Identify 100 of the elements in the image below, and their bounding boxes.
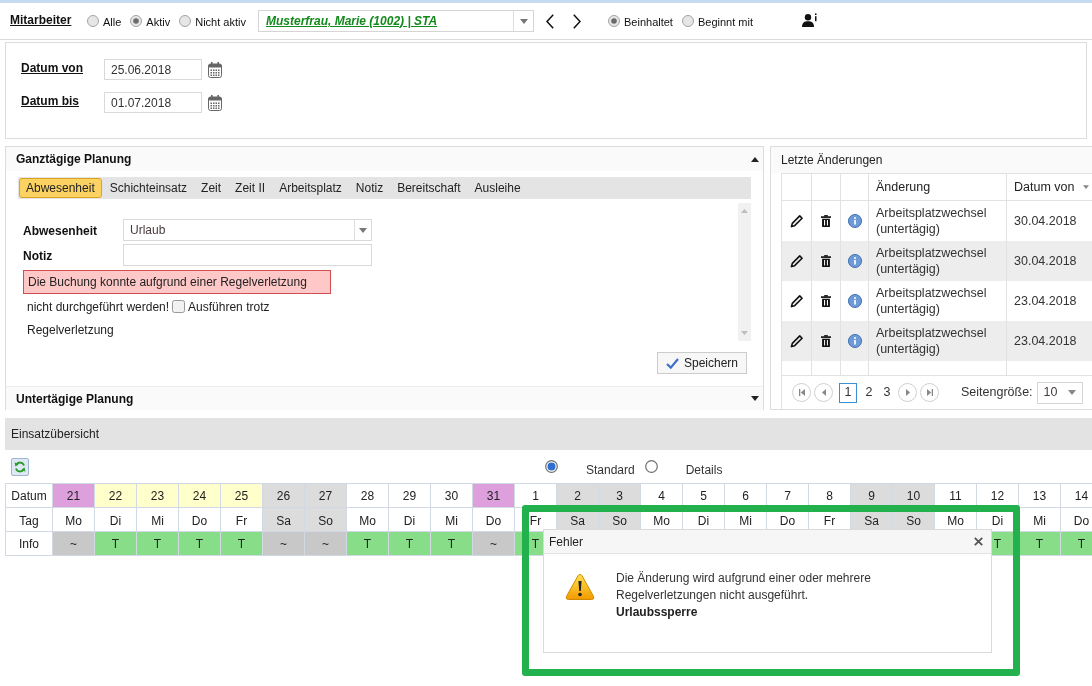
date-cell[interactable]: 9 — [851, 484, 893, 508]
trash-icon[interactable] — [821, 255, 831, 267]
radio-label[interactable]: Beginnt mit — [697, 14, 753, 31]
radio-button[interactable] — [545, 460, 558, 473]
radio-label[interactable]: Nicht aktiv — [195, 14, 246, 31]
save-button[interactable]: Speichern — [657, 352, 747, 374]
date-cell[interactable]: 29 — [389, 484, 431, 508]
panel-title[interactable]: Ganztägige Planung — [16, 150, 132, 168]
info-cell[interactable]: T — [347, 532, 389, 556]
caret-up-icon[interactable] — [751, 156, 759, 162]
info-icon[interactable] — [847, 294, 862, 308]
previous-page-button[interactable] — [814, 383, 833, 402]
page-size-dropdown[interactable]: 10 — [1036, 381, 1083, 404]
absence-dropdown[interactable]: Urlaub — [123, 219, 372, 241]
caret-down-icon — [1083, 185, 1090, 189]
next-page-button[interactable] — [898, 383, 917, 402]
date-cell[interactable]: 23 — [137, 484, 179, 508]
checkbox-label[interactable]: Ausführen trotz — [188, 297, 270, 316]
pencil-icon[interactable] — [790, 334, 803, 348]
info-cell[interactable]: ~ — [305, 532, 347, 556]
row-header: Datum — [11, 487, 47, 505]
info-cell[interactable]: ~ — [473, 532, 515, 556]
info-cell[interactable]: T — [1019, 532, 1061, 556]
radio-button[interactable] — [681, 15, 694, 27]
chevron-right-icon[interactable] — [573, 13, 581, 29]
tab[interactable]: Zeit — [195, 178, 228, 198]
info-cell[interactable]: T — [137, 532, 179, 556]
note-field[interactable] — [123, 244, 372, 266]
radio-label[interactable]: Beinhaltet — [624, 14, 673, 31]
radio-button[interactable] — [130, 15, 143, 27]
date-cell[interactable]: 3 — [599, 484, 641, 508]
checkbox[interactable] — [172, 300, 186, 313]
chevron-left-icon[interactable] — [546, 13, 554, 29]
tab[interactable]: Notiz — [349, 178, 390, 198]
info-cell[interactable]: T — [1061, 532, 1092, 556]
date-cell[interactable]: 26 — [263, 484, 305, 508]
panel-title[interactable]: Untertägige Planung — [16, 389, 134, 408]
tab[interactable]: Zeit II — [229, 178, 272, 198]
trash-icon[interactable] — [821, 295, 831, 307]
page-link[interactable]: 1 — [839, 382, 857, 403]
date-cell[interactable]: 1 — [515, 484, 557, 508]
radio-button[interactable] — [644, 460, 658, 473]
info-cell[interactable]: ~ — [263, 532, 305, 556]
info-icon[interactable] — [847, 214, 862, 228]
date-cell[interactable]: 31 — [473, 484, 515, 508]
column-header[interactable]: Datum von — [1014, 177, 1075, 197]
person-info-icon[interactable] — [802, 12, 817, 27]
employee-dropdown[interactable]: Musterfrau, Marie (1002) | STA — [258, 10, 534, 32]
info-cell[interactable]: T — [95, 532, 137, 556]
caret-down-icon[interactable] — [751, 396, 759, 401]
radio-label[interactable]: Details — [685, 460, 723, 479]
date-cell[interactable]: 25 — [221, 484, 263, 508]
info-cell[interactable]: T — [431, 532, 473, 556]
calendar-icon[interactable] — [208, 94, 222, 111]
close-icon[interactable] — [974, 537, 983, 546]
tab[interactable]: Ausleihe — [468, 178, 527, 198]
radio-label[interactable]: Standard — [586, 460, 635, 479]
tab[interactable]: Schichteinsatz — [103, 178, 194, 198]
info-icon[interactable] — [847, 334, 862, 348]
last-page-button[interactable] — [920, 383, 939, 402]
checkbox-label[interactable]: Regelverletzung — [27, 320, 114, 339]
pencil-icon[interactable] — [790, 254, 803, 268]
date-field[interactable]: 25.06.2018 — [104, 59, 202, 80]
pencil-icon[interactable] — [790, 214, 803, 228]
date-cell[interactable]: 24 — [179, 484, 221, 508]
radio-button[interactable] — [179, 15, 192, 27]
page-link[interactable]: 3 — [881, 382, 893, 403]
radio-label[interactable]: Alle — [103, 14, 122, 31]
radio-label[interactable]: Aktiv — [146, 14, 171, 31]
date-cell[interactable]: 30 — [431, 484, 473, 508]
trash-icon[interactable] — [821, 215, 831, 227]
page-link[interactable]: 2 — [863, 382, 875, 403]
weekday-cell: Mi — [1019, 508, 1061, 532]
date-cell[interactable]: 13 — [1019, 484, 1061, 508]
calendar-icon[interactable] — [208, 61, 222, 78]
caret-down-icon — [1067, 390, 1076, 395]
info-cell[interactable]: T — [179, 532, 221, 556]
tab[interactable]: Bereitschaft — [391, 178, 467, 198]
info-cell[interactable]: T — [221, 532, 263, 556]
refresh-button[interactable] — [11, 457, 29, 476]
radio-button[interactable] — [87, 15, 99, 27]
date-cell[interactable]: 10 — [893, 484, 935, 508]
date-cell[interactable]: 22 — [95, 484, 137, 508]
column-header[interactable]: Änderung — [876, 177, 931, 197]
info-cell[interactable]: T — [389, 532, 431, 556]
radio-button[interactable] — [608, 15, 620, 27]
date-cell[interactable]: 2 — [557, 484, 599, 508]
row-header: Info — [19, 535, 39, 553]
info-cell[interactable]: ~ — [53, 532, 95, 556]
pencil-icon[interactable] — [790, 294, 803, 308]
date-cell[interactable]: 28 — [347, 484, 389, 508]
info-icon[interactable] — [847, 254, 862, 268]
tab[interactable]: Arbeitsplatz — [273, 178, 348, 198]
first-page-button[interactable] — [792, 383, 811, 402]
date-field[interactable]: 01.07.2018 — [104, 92, 202, 113]
employee-label[interactable]: Mitarbeiter — [10, 10, 72, 29]
tab[interactable]: Abwesenheit — [19, 178, 102, 198]
date-cell[interactable]: 27 — [305, 484, 347, 508]
trash-icon[interactable] — [821, 335, 831, 347]
date-cell[interactable]: 21 — [53, 484, 95, 508]
